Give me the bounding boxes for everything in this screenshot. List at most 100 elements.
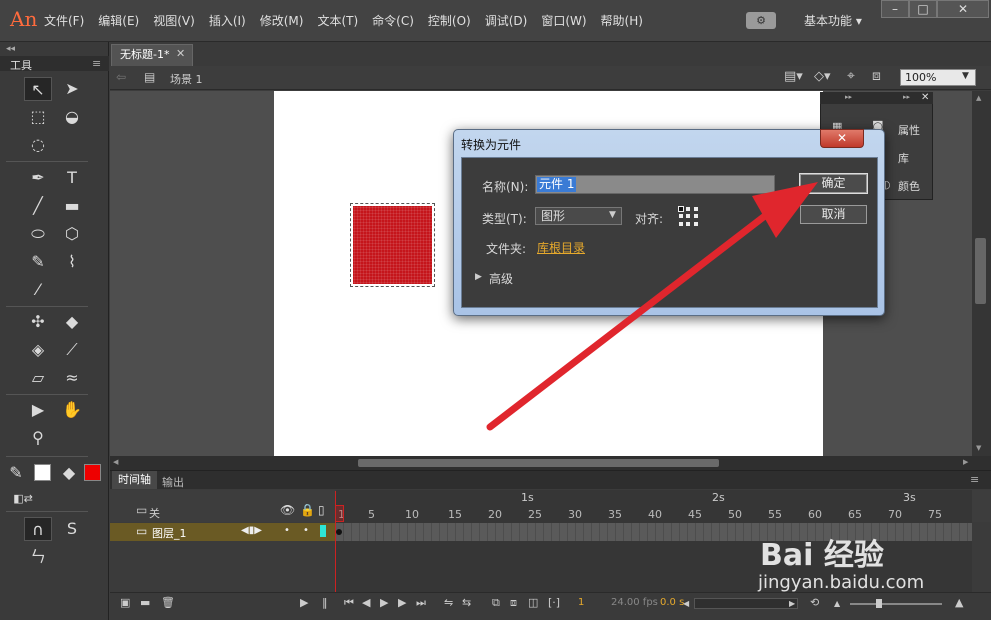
show-all-layers-icon[interactable]: 👁 (280, 503, 295, 517)
center-frame-icon[interactable]: ⇆ (462, 596, 471, 609)
onion-outline-icon[interactable]: ⧈ (510, 596, 517, 610)
edit-symbols-icon[interactable]: ◇▾ (814, 69, 831, 84)
free-transform-tool-icon[interactable]: ⬚ (24, 105, 52, 129)
paint-brush-tool-icon[interactable]: ⌇ (58, 250, 86, 274)
lasso-tool-icon[interactable]: ◌ (24, 133, 52, 157)
frame-rate[interactable]: 24.00 fps (611, 597, 658, 608)
3d-rotation-tool-icon[interactable]: ◒ (58, 105, 86, 129)
menu-help[interactable]: 帮助(H) (601, 12, 643, 29)
symbol-name-value[interactable]: 元件 1 (537, 177, 577, 192)
clip-content-icon[interactable]: ⧈ (872, 68, 881, 84)
polystar-tool-icon[interactable]: ⬡ (58, 222, 86, 246)
timeline-horizontal-scrollbar[interactable] (694, 598, 798, 609)
play-icon[interactable]: ▶ (380, 596, 388, 609)
new-layer-icon[interactable]: ▣ (120, 596, 130, 609)
layer-name[interactable]: 图层_1 (152, 525, 187, 541)
stroke-color-icon[interactable]: ✎ (6, 461, 26, 485)
menu-control[interactable]: 控制(O) (428, 12, 471, 29)
layer-nav-icon[interactable]: ◀▮▶ (241, 525, 262, 536)
line-tool-icon[interactable]: ╱ (24, 194, 52, 218)
visibility-dot-icon[interactable]: • (284, 525, 290, 536)
camera-icon[interactable]: ▶ (300, 596, 308, 609)
stroke-color-swatch[interactable] (34, 464, 51, 481)
onion-skin-icon[interactable]: ⧉ (492, 596, 500, 610)
scroll-right-icon[interactable]: ▶ (963, 458, 968, 466)
menu-insert[interactable]: 插入(I) (209, 12, 246, 29)
menu-view[interactable]: 视图(V) (153, 12, 195, 29)
panel-menu-icon[interactable]: ≡ (92, 57, 101, 70)
ok-button[interactable]: 确定 (799, 173, 868, 194)
go-first-frame-icon[interactable]: ⏮ (344, 596, 354, 610)
menu-debug[interactable]: 调试(D) (485, 12, 528, 29)
fill-color-icon[interactable]: ◆ (58, 461, 80, 485)
fill-color-swatch[interactable] (84, 464, 101, 481)
close-tab-icon[interactable]: ✕ (176, 47, 185, 60)
expand-panel-icon[interactable]: ▸▸ (845, 93, 852, 101)
collapse-icon[interactable]: ◂◂ (6, 44, 15, 54)
menu-window[interactable]: 窗口(W) (541, 12, 586, 29)
outline-all-layers-icon[interactable]: ▯ (318, 503, 325, 517)
pause-icon[interactable]: ‖ (322, 596, 328, 609)
panel-library[interactable]: 库 (898, 150, 909, 166)
delete-layer-icon[interactable]: 🗑 (161, 596, 175, 609)
menu-commands[interactable]: 命令(C) (372, 12, 414, 29)
paint-bucket-tool-icon[interactable]: ◆ (58, 310, 86, 334)
eyedropper-tool-icon[interactable]: ⟋ (58, 338, 86, 362)
tab-timeline[interactable]: 时间轴 (112, 471, 157, 489)
scroll-up-icon[interactable]: ▲ (976, 94, 981, 102)
horizontal-scroll-thumb[interactable] (358, 459, 719, 467)
smooth-icon[interactable]: S (58, 517, 86, 541)
panel-color[interactable]: 颜色 (898, 178, 920, 194)
dialog-close-icon[interactable]: ✕ (820, 129, 864, 148)
tab-output[interactable]: 输出 (162, 474, 184, 490)
vertical-scroll-thumb[interactable] (975, 238, 986, 304)
layer-outline-color[interactable] (320, 525, 326, 537)
step-back-icon[interactable]: ◀ (362, 596, 370, 609)
registration-grid-icon[interactable] (678, 206, 699, 227)
cancel-button[interactable]: 取消 (800, 205, 867, 224)
scroll-left-icon[interactable]: ◀ (113, 458, 118, 466)
subselection-tool-icon[interactable]: ➤ (58, 77, 86, 101)
step-forward-icon[interactable]: ▶ (398, 596, 406, 609)
menu-file[interactable]: 文件(F) (44, 12, 84, 29)
workspace-switcher[interactable]: 基本功能 ▾ (804, 12, 862, 29)
close-panel-icon[interactable]: ✕ (921, 92, 929, 103)
selection-tool-icon[interactable]: ↖ (24, 77, 52, 101)
center-stage-icon[interactable]: ⌖ (847, 68, 855, 84)
panel-menu-icon[interactable]: ≡ (970, 473, 979, 486)
straighten-icon[interactable]: ㄣ (24, 545, 52, 569)
loop-icon[interactable]: ⇋ (444, 596, 453, 609)
oval-tool-icon[interactable]: ⬭ (24, 222, 52, 246)
zoom-out-icon[interactable]: ▲ (834, 599, 840, 608)
text-tool-icon[interactable]: T (58, 166, 86, 190)
go-last-frame-icon[interactable]: ⏭ (416, 596, 426, 610)
zoom-in-icon[interactable]: ▲ (955, 596, 963, 609)
menu-text[interactable]: 文本(T) (317, 12, 358, 29)
new-folder-icon[interactable]: ▬ (140, 596, 150, 609)
eraser-tool-icon[interactable]: ▱ (24, 366, 52, 390)
pen-tool-icon[interactable]: ✒ (24, 166, 52, 190)
back-arrow-icon[interactable]: ⇦ (116, 70, 126, 84)
close-window-icon[interactable]: ✕ (937, 0, 989, 18)
snap-magnet-icon[interactable]: ∩ (24, 517, 52, 541)
folder-link[interactable]: 库根目录 (537, 239, 585, 256)
timeline-zoom-slider[interactable] (850, 603, 942, 605)
edit-multiple-frames-icon[interactable]: ◫ (528, 596, 538, 609)
menu-modify[interactable]: 修改(M) (260, 12, 304, 29)
ink-bottle-tool-icon[interactable]: ◈ (24, 338, 52, 362)
edit-scene-icon[interactable]: ▤▾ (784, 69, 803, 84)
current-frame[interactable]: 1 (578, 597, 584, 608)
camera-tool-icon[interactable]: ▶ (24, 398, 52, 422)
maximize-icon[interactable]: □ (909, 0, 937, 18)
modify-markers-icon[interactable]: [·] (548, 596, 560, 609)
lock-all-layers-icon[interactable]: 🔒 (300, 503, 315, 517)
pencil-tool-icon[interactable]: ✎ (24, 250, 52, 274)
zoom-tool-icon[interactable]: ⚲ (24, 426, 52, 450)
advanced-toggle-icon[interactable]: ▶ (475, 272, 482, 282)
lock-dot-icon[interactable]: • (303, 525, 309, 536)
sync-settings-icon[interactable]: ⚙ (746, 12, 776, 29)
rectangle-tool-icon[interactable]: ▬ (58, 194, 86, 218)
scroll-right-icon[interactable]: ▶ (789, 599, 795, 608)
playhead-handle[interactable] (335, 505, 344, 522)
chevron-down-icon[interactable]: ▼ (609, 210, 616, 220)
